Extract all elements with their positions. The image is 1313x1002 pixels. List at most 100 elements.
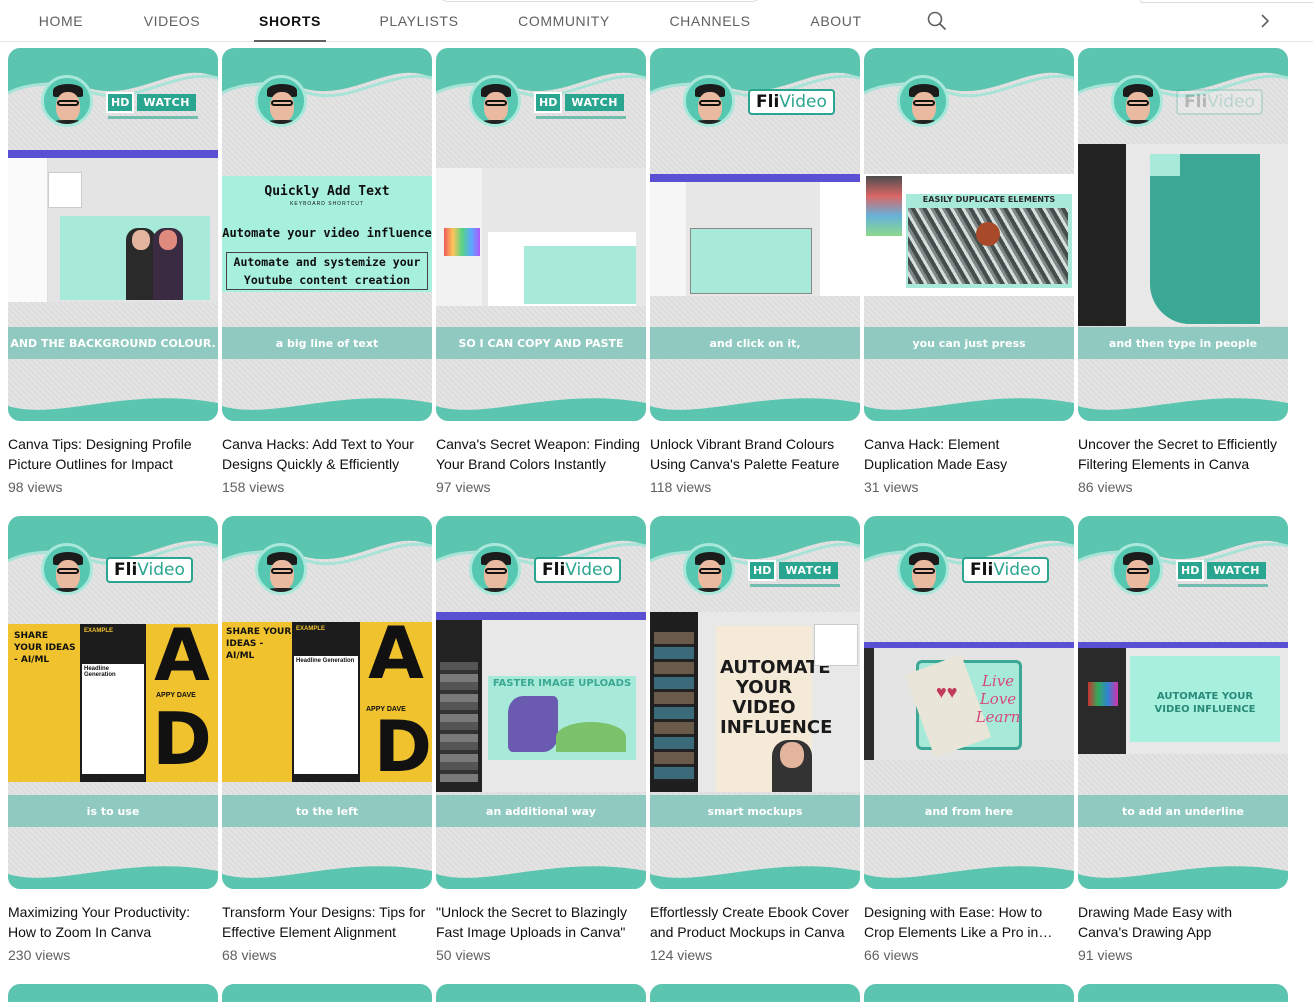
teal-wave-decoration [8,866,218,889]
short-thumbnail-partial[interactable] [864,984,1074,1002]
slide-label: EXAMPLE [296,626,326,632]
short-thumbnail-partial[interactable] [436,984,646,1002]
short-title[interactable]: Unlock Vibrant Brand Colours Using Canva… [650,434,856,474]
short-card[interactable]: FliVideo FASTER IMAGE UPLOADS an additio… [436,516,646,965]
fli-video-logo: FliVideo [534,557,621,583]
caption-band: SO I CAN COPY AND PASTE [436,327,646,359]
view-count: 50 views [436,947,491,963]
tab-community[interactable]: COMMUNITY [512,0,616,42]
tab-about[interactable]: ABOUT [804,0,868,42]
teal-wave-decoration [864,866,1074,889]
short-thumbnail[interactable]: EASILY DUPLICATE ELEMENTS you can just p… [864,48,1074,421]
tab-home[interactable]: HOME [30,0,92,42]
short-thumbnail[interactable]: FliVideo and click on it, [650,48,860,421]
view-count: 31 views [864,479,919,495]
search-icon[interactable] [924,8,950,34]
view-count: 118 views [650,479,712,495]
editor-screenshot: Live Love Learn ♥♥ [864,642,1074,760]
editor-screenshot [650,174,860,296]
avatar [1111,75,1163,127]
short-thumbnail[interactable]: FliVideo FASTER IMAGE UPLOADS an additio… [436,516,646,889]
teal-wave-decoration [864,48,1074,98]
editor-screenshot [8,150,218,302]
teal-wave-decoration [864,398,1074,421]
short-card[interactable]: FliVideo and then type in people Uncover… [1078,48,1288,497]
short-title[interactable]: Designing with Ease: How to Crop Element… [864,902,1070,942]
short-thumbnail[interactable]: HD WATCH AUTOMATE YOUR VIDEO INFLUENCE to… [1078,516,1288,889]
short-title[interactable]: Maximizing Your Productivity: How to Zoo… [8,902,214,942]
short-title[interactable]: Uncover the Secret to Efficiently Filter… [1078,434,1284,474]
avatar [255,543,307,595]
view-count: 124 views [650,947,713,963]
avatar [41,543,93,595]
short-title[interactable]: Effortlessly Create Ebook Cover and Prod… [650,902,856,942]
editor-screenshot: AUTOMATE YOUR VIDEO INFLUENCE [1078,642,1288,754]
short-card[interactable]: FliVideo SHARE YOUR IDEAS - AI/ML EXAMPL… [8,516,218,965]
short-card[interactable]: FliVideo Live Love Learn ♥♥ and from here … [864,516,1074,965]
teal-wave-decoration [222,48,432,98]
fli-video-logo: FliVideo [748,89,835,115]
chevron-right-icon[interactable] [1254,8,1276,34]
caption-band: and then type in people [1078,327,1288,359]
tab-videos[interactable]: VIDEOS [138,0,206,42]
ebook-title: AUTOMATE YOUR VIDEO INFLUENCE [720,657,833,738]
slide-heading: SHARE YOUR IDEAS - AI/ML [226,627,292,661]
short-thumbnail-partial[interactable] [1078,984,1288,1002]
logo-subline [108,116,198,119]
caption-band: smart mockups [650,795,860,827]
fli-video-logo: FliVideo [1176,89,1263,115]
view-count: 68 views [222,947,277,963]
short-title[interactable]: Canva Hacks: Add Text to Your Designs Qu… [222,434,428,474]
short-thumbnail[interactable]: SHARE YOUR IDEAS - AI/ML EXAMPLE Headlin… [222,516,432,889]
caption-band: and from here [864,795,1074,827]
view-count: 230 views [8,947,71,963]
caption-band: an additional way [436,795,646,827]
slide-heading: SHARE YOUR IDEAS - AI/ML [14,631,76,665]
short-thumbnail[interactable]: HD WATCH SO I CAN COPY AND PASTE [436,48,646,421]
avatar [683,543,735,595]
tab-channels[interactable]: CHANNELS [662,0,758,42]
short-title[interactable]: Canva Tips: Designing Profile Picture Ou… [8,434,214,474]
short-thumbnail[interactable]: Quickly Add Text KEYBOARD SHORTCUT Autom… [222,48,432,421]
short-thumbnail-partial[interactable] [222,984,432,1002]
short-card[interactable]: HD WATCH AND THE BACKGROUND COLOUR. Canva… [8,48,218,497]
short-card[interactable]: HD WATCH AUTOMATE YOUR VIDEO INFLUENCE to… [1078,516,1288,965]
short-thumbnail[interactable]: HD WATCH AUTOMATE YOUR VIDEO INFLUENCE sm… [650,516,860,889]
short-thumbnail[interactable]: FliVideo Live Love Learn ♥♥ and from here [864,516,1074,889]
avatar [683,75,735,127]
short-card[interactable]: FliVideo and click on it, Unlock Vibrant… [650,48,860,497]
short-title[interactable]: "Unlock the Secret to Blazingly Fast Ima… [436,902,642,942]
short-card[interactable]: HD WATCH AUTOMATE YOUR VIDEO INFLUENCE sm… [650,516,860,965]
short-card[interactable]: SHARE YOUR IDEAS - AI/ML EXAMPLE Headlin… [222,516,432,965]
short-thumbnail[interactable]: FliVideo and then type in people [1078,48,1288,421]
overlay-subheading: KEYBOARD SHORTCUT [290,201,364,207]
short-thumbnail-partial[interactable] [8,984,218,1002]
teal-wave-decoration [222,516,432,566]
short-title[interactable]: Drawing Made Easy with Canva's Drawing A… [1078,902,1284,942]
short-title[interactable]: Transform Your Designs: Tips for Effecti… [222,902,428,942]
short-title[interactable]: Canva Hack: Element Duplication Made Eas… [864,434,1070,474]
slide-subheading: Headline Generation [296,658,355,664]
channel-tab-bar: HOME VIDEOS SHORTS PLAYLISTS COMMUNITY C… [0,0,1313,42]
short-card[interactable]: Quickly Add Text KEYBOARD SHORTCUT Autom… [222,48,432,497]
slide-label: EXAMPLE [84,628,114,634]
short-thumbnail[interactable]: FliVideo SHARE YOUR IDEAS - AI/ML EXAMPL… [8,516,218,889]
logo-subline [750,584,840,587]
short-card[interactable]: HD WATCH SO I CAN COPY AND PASTE Canva's … [436,48,646,497]
teal-wave-decoration [650,398,860,421]
short-thumbnail[interactable]: HD WATCH AND THE BACKGROUND COLOUR. [8,48,218,421]
short-card[interactable]: EASILY DUPLICATE ELEMENTS you can just p… [864,48,1074,497]
logo-subline [536,116,626,119]
slide-subheading: Headline Generation [84,666,116,678]
top-right-box-edge [1140,0,1313,3]
hd-watch-logo: HD WATCH [1176,559,1266,581]
teal-wave-decoration [222,866,432,889]
view-count: 91 views [1078,947,1133,963]
tab-playlists[interactable]: PLAYLISTS [372,0,466,42]
teal-wave-decoration [650,866,860,889]
overlay-heading: FASTER IMAGE UPLOADS [492,678,632,689]
tab-shorts[interactable]: SHORTS [254,0,326,42]
text-overlay-slide: Quickly Add Text KEYBOARD SHORTCUT Autom… [222,176,432,292]
short-title[interactable]: Canva's Secret Weapon: Finding Your Bran… [436,434,642,474]
short-thumbnail-partial[interactable] [650,984,860,1002]
